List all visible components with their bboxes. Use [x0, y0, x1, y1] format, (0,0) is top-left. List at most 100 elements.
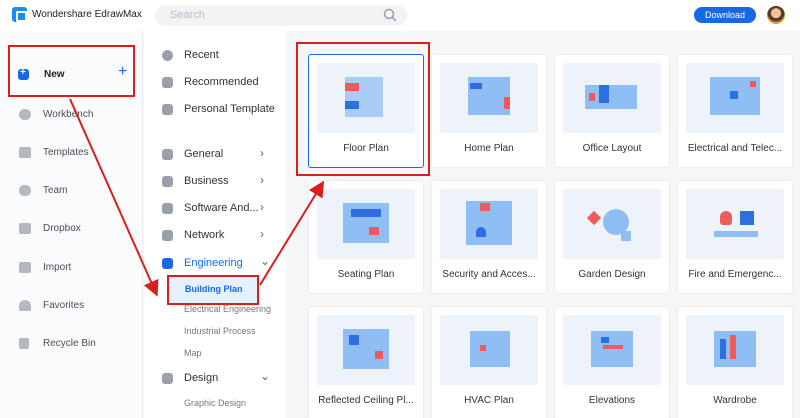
template-label: Garden Design: [578, 269, 646, 280]
sidebar: New + Workbench Templates Team Dropbox I…: [0, 31, 143, 418]
sidebar-item-team[interactable]: Team: [0, 178, 143, 202]
template-label: HVAC Plan: [464, 395, 514, 406]
template-card-seating-plan[interactable]: Seating Plan: [308, 180, 424, 294]
floor-plan-highlight: [296, 42, 430, 176]
general-icon: [162, 149, 173, 160]
trash-icon: [19, 337, 29, 349]
category-network[interactable]: Network ›: [144, 225, 286, 247]
new-file-icon: [18, 67, 29, 80]
template-card-fire-and-emergency[interactable]: Fire and Emergenc...: [677, 180, 793, 294]
sidebar-item-label: Templates: [43, 146, 89, 158]
category-software[interactable]: Software And... ›: [144, 198, 286, 220]
template-card-electrical-and-telecom[interactable]: Electrical and Telec...: [677, 54, 793, 168]
template-thumbnail: [440, 315, 538, 385]
subcategory-map[interactable]: Map: [184, 348, 202, 358]
sidebar-item-label: New: [44, 69, 65, 80]
sidebar-item-label: Favorites: [43, 299, 85, 311]
template-thumbnail: [686, 315, 784, 385]
business-icon: [162, 176, 173, 187]
category-label: Design: [184, 372, 219, 384]
brand: Wondershare EdrawMax: [12, 7, 142, 22]
sidebar-item-templates[interactable]: Templates: [0, 140, 143, 164]
template-thumbnail: [686, 189, 784, 259]
category-engineering[interactable]: Engineering ⌄: [144, 253, 286, 275]
sidebar-item-label: Dropbox: [43, 222, 81, 234]
category-general[interactable]: General ›: [144, 144, 286, 166]
category-business[interactable]: Business ›: [144, 171, 286, 193]
category-label: Recommended: [184, 76, 259, 88]
sidebar-item-new[interactable]: New +: [8, 45, 135, 97]
template-card-elevations[interactable]: Elevations: [554, 306, 670, 418]
template-label: Office Layout: [582, 143, 642, 154]
category-recent[interactable]: Recent: [144, 45, 286, 67]
chevron-right-icon: ›: [260, 146, 264, 160]
template-thumbnail: [317, 315, 415, 385]
template-thumbnail: [317, 189, 415, 259]
category-label: Software And...: [184, 202, 259, 214]
star-icon: [162, 77, 173, 88]
subcategory-industrial-process[interactable]: Industrial Process: [184, 326, 256, 336]
subcategory-graphic-design[interactable]: Graphic Design: [184, 398, 246, 408]
search-icon[interactable]: [383, 8, 397, 22]
category-recommended[interactable]: Recommended: [144, 72, 286, 94]
category-label: Personal Template: [184, 103, 275, 115]
search-input[interactable]: Search: [155, 5, 407, 26]
template-label: Electrical and Telec...: [687, 143, 783, 154]
template-label: Home Plan: [464, 143, 514, 154]
template-thumbnail: [563, 315, 661, 385]
template-label: Reflected Ceiling Pl...: [318, 395, 414, 406]
personal-template-icon: [162, 104, 173, 115]
cloud-icon: [19, 108, 31, 120]
template-thumbnail: [686, 63, 784, 133]
edrawmax-logo-icon: [12, 7, 27, 22]
download-button[interactable]: Download: [694, 7, 756, 23]
templates-icon: [19, 146, 31, 158]
template-label: Fire and Emergenc...: [688, 269, 782, 280]
sidebar-item-recycle-bin[interactable]: Recycle Bin: [0, 331, 143, 355]
sidebar-item-import[interactable]: Import: [0, 255, 143, 279]
sidebar-item-dropbox[interactable]: Dropbox: [0, 216, 143, 240]
category-design[interactable]: Design ⌄: [144, 368, 286, 390]
template-label: Elevations: [588, 395, 636, 406]
import-icon: [19, 261, 31, 273]
plus-icon[interactable]: +: [118, 63, 127, 81]
template-card-home-plan[interactable]: Home Plan: [431, 54, 547, 168]
template-card-security-and-access[interactable]: Security and Acces...: [431, 180, 547, 294]
team-icon: [19, 184, 31, 196]
app-name: Wondershare EdrawMax: [32, 9, 142, 20]
template-thumbnail: [440, 189, 538, 259]
sidebar-item-label: Workbench: [43, 108, 94, 120]
template-label: Seating Plan: [337, 269, 395, 280]
sidebar-item-label: Team: [43, 184, 68, 196]
sidebar-item-workbench[interactable]: Workbench: [0, 102, 143, 126]
category-label: Network: [184, 229, 225, 241]
template-card-office-layout[interactable]: Office Layout: [554, 54, 670, 168]
engineering-icon: [162, 258, 173, 269]
template-card-hvac-plan[interactable]: HVAC Plan: [431, 306, 547, 418]
template-thumbnail: [563, 189, 661, 259]
sidebar-item-label: Import: [43, 261, 72, 273]
sidebar-item-label: Recycle Bin: [43, 337, 96, 349]
chevron-down-icon: ⌄: [260, 369, 271, 383]
template-card-wardrobe[interactable]: Wardrobe: [677, 306, 793, 418]
subcategory-label: Building Plan: [185, 284, 243, 294]
category-label: Engineering: [184, 257, 243, 269]
search-placeholder: Search: [170, 9, 205, 21]
template-card-reflected-ceiling-plan[interactable]: Reflected Ceiling Pl...: [308, 306, 424, 418]
subcategory-electrical-engineering[interactable]: Electrical Engineering: [184, 304, 271, 314]
avatar[interactable]: [767, 6, 785, 24]
sidebar-item-favorites[interactable]: Favorites: [0, 293, 143, 317]
category-label: Recent: [184, 49, 219, 61]
category-personal-template[interactable]: Personal Template: [144, 99, 286, 121]
network-icon: [162, 230, 173, 241]
category-panel: Recent Recommended Personal Template Gen…: [144, 31, 286, 418]
subcategory-building-plan[interactable]: Building Plan: [167, 275, 259, 305]
chevron-right-icon: ›: [260, 227, 264, 241]
dropbox-icon: [19, 222, 31, 234]
category-label: General: [184, 148, 224, 160]
template-label: Security and Acces...: [442, 269, 536, 280]
category-label: Business: [184, 175, 229, 187]
template-card-garden-design[interactable]: Garden Design: [554, 180, 670, 294]
clock-icon: [162, 50, 173, 61]
heart-icon: [19, 299, 31, 311]
